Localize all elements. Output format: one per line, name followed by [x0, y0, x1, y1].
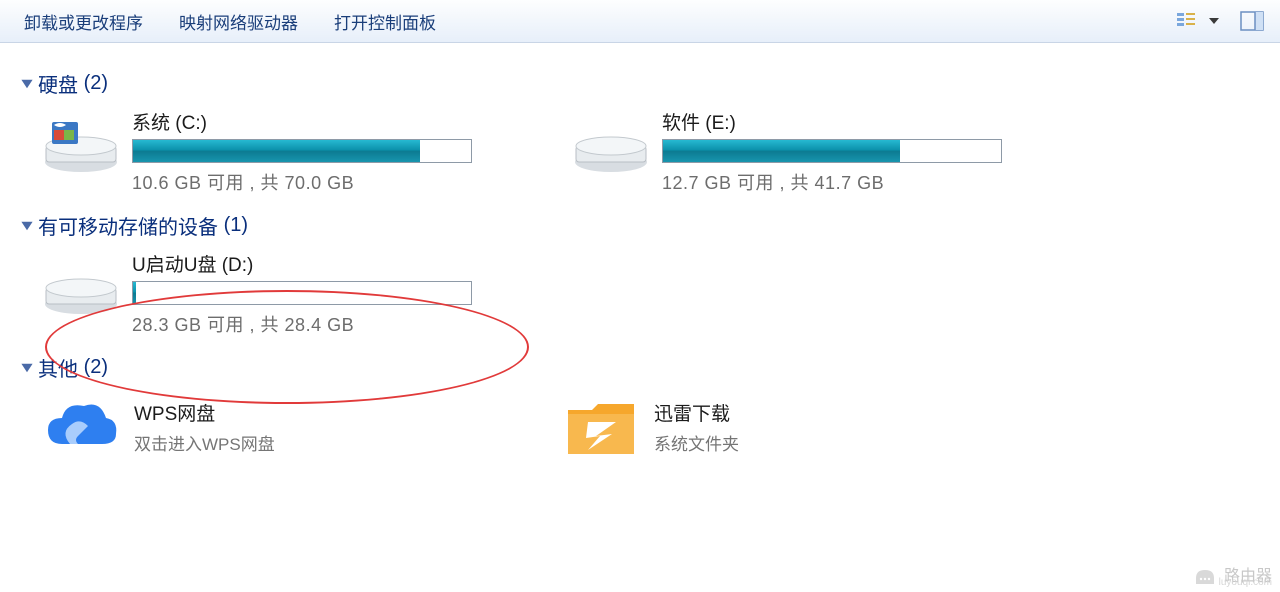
drive-stats: 10.6 GB 可用 , 共 70.0 GB — [132, 169, 502, 195]
drive-item-c[interactable]: 系统 (C:) 10.6 GB 可用 , 共 70.0 GB — [42, 108, 502, 195]
other-item-wps[interactable]: WPS网盘 双击进入WPS网盘 — [42, 392, 482, 462]
drive-list-pane: 硬盘 (2) 系统 (C:) 10.6 GB 可用 , 共 70.0 GB — [0, 43, 1280, 592]
router-icon — [1192, 562, 1218, 586]
other-item-name: WPS网盘 — [134, 399, 275, 426]
group-header-hard-disks[interactable]: 硬盘 (2) — [20, 69, 1262, 98]
group-count: (2) — [84, 356, 108, 379]
view-dropdown-icon[interactable] — [1204, 5, 1224, 37]
watermark: 路由器 luyouqi.com — [1192, 562, 1272, 586]
drive-stats: 28.3 GB 可用 , 共 28.4 GB — [132, 311, 502, 337]
usb-drive-icon — [42, 258, 120, 316]
group-label: 其他 — [38, 353, 78, 382]
explorer-toolbar: 卸载或更改程序 映射网络驱动器 打开控制面板 — [0, 0, 1280, 43]
other-item-subtitle: 双击进入WPS网盘 — [134, 430, 275, 455]
xunlei-folder-icon — [562, 392, 640, 462]
drive-name: U启动U盘 (D:) — [132, 250, 502, 277]
collapse-arrow-icon — [20, 219, 34, 233]
capacity-bar-fill — [133, 140, 420, 162]
capacity-bar — [132, 139, 472, 163]
group-label: 硬盘 — [38, 69, 78, 98]
preview-pane-icon[interactable] — [1236, 5, 1268, 37]
hard-drive-icon — [572, 116, 650, 174]
capacity-bar — [132, 281, 472, 305]
collapse-arrow-icon — [20, 77, 34, 91]
toolbar-uninstall-programs[interactable]: 卸载或更改程序 — [6, 0, 161, 42]
drive-name: 软件 (E:) — [662, 108, 1032, 135]
watermark-url: luyouqi.com — [1219, 577, 1272, 588]
collapse-arrow-icon — [20, 361, 34, 375]
capacity-bar-fill — [663, 140, 900, 162]
drive-item-d[interactable]: U启动U盘 (D:) 28.3 GB 可用 , 共 28.4 GB — [42, 250, 502, 337]
other-item-subtitle: 系统文件夹 — [654, 430, 739, 455]
group-label: 有可移动存储的设备 — [38, 211, 218, 240]
view-options-icon[interactable] — [1170, 5, 1202, 37]
group-count: (1) — [224, 214, 248, 237]
drive-item-e[interactable]: 软件 (E:) 12.7 GB 可用 , 共 41.7 GB — [572, 108, 1032, 195]
wps-cloud-icon — [42, 392, 120, 462]
other-item-xunlei[interactable]: 迅雷下载 系统文件夹 — [562, 392, 1002, 462]
system-drive-icon — [42, 116, 120, 174]
drive-name: 系统 (C:) — [132, 108, 502, 135]
toolbar-open-control-panel[interactable]: 打开控制面板 — [316, 0, 454, 42]
capacity-bar — [662, 139, 1002, 163]
other-item-name: 迅雷下载 — [654, 399, 739, 426]
group-header-other[interactable]: 其他 (2) — [20, 353, 1262, 382]
capacity-bar-fill — [133, 282, 136, 304]
group-header-removable[interactable]: 有可移动存储的设备 (1) — [20, 211, 1262, 240]
drive-stats: 12.7 GB 可用 , 共 41.7 GB — [662, 169, 1032, 195]
toolbar-map-network-drive[interactable]: 映射网络驱动器 — [161, 0, 316, 42]
group-count: (2) — [84, 72, 108, 95]
